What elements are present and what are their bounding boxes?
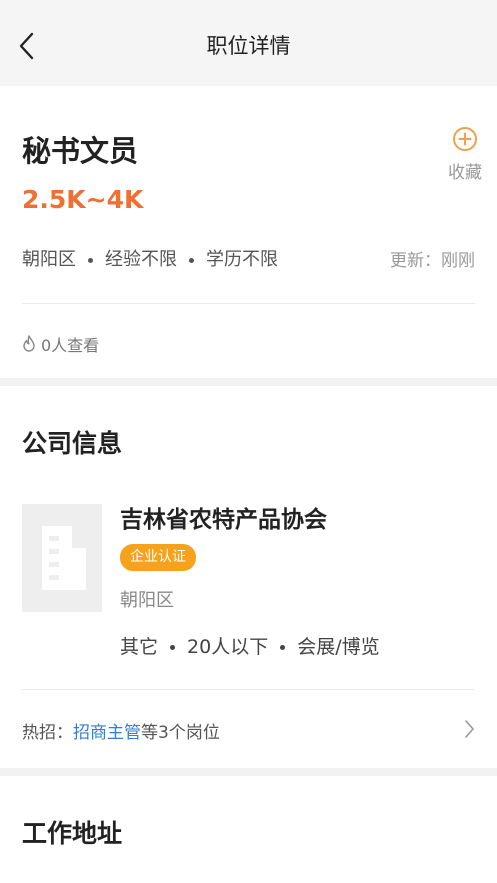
page-title: 职位详情 (206, 34, 291, 58)
company-attributes: 其它 20人以下 会展/博览 (120, 632, 380, 659)
hot-suffix: 等3个岗位 (141, 723, 220, 743)
company-section-title: 公司信息 (22, 429, 123, 458)
company-district: 朝阳区 (120, 590, 174, 611)
view-count: 0人查看 (22, 332, 99, 356)
hot-position-link[interactable]: 招商主管 (73, 723, 141, 743)
company-category: 会展/博览 (297, 636, 380, 658)
favorite-button[interactable]: 收藏 (443, 126, 487, 183)
building-icon (42, 526, 86, 590)
hot-positions-row[interactable]: 热招：招商主管等3个岗位 (22, 718, 475, 743)
update-time: 更新：刚刚 (390, 251, 475, 271)
company-info-card: 公司信息 吉林省农特产品协会 企业认证 朝阳区 其它 20人以下 会展/博览 热招：… (0, 386, 497, 768)
separator-dot (88, 257, 93, 263)
top-navigation-bar: 职位详情 (0, 0, 497, 86)
divider (22, 689, 475, 690)
divider (22, 303, 475, 304)
separator-dot (170, 645, 176, 650)
job-education: 学历不限 (206, 249, 278, 270)
address-section-title: 工作地址 (22, 819, 123, 848)
company-logo[interactable] (22, 504, 102, 612)
certification-badge: 企业认证 (120, 544, 196, 571)
job-experience: 经验不限 (105, 249, 177, 270)
favorite-label: 收藏 (448, 163, 482, 183)
separator-dot (189, 257, 194, 263)
separator-dot (280, 645, 286, 650)
company-industry: 其它 (120, 636, 159, 658)
view-count-text: 0人查看 (41, 336, 100, 355)
chevron-right-icon (465, 720, 474, 738)
hot-prefix: 热招： (22, 723, 73, 743)
work-address-card: 工作地址 (0, 776, 497, 883)
job-salary: 2.5K~4K (22, 185, 144, 214)
job-requirements: 朝阳区 经验不限 学历不限 (22, 245, 278, 271)
job-district: 朝阳区 (22, 249, 76, 270)
flame-icon (23, 335, 35, 352)
company-size: 20人以下 (187, 636, 269, 658)
job-title: 秘书文员 (22, 134, 139, 168)
plus-circle-icon (453, 127, 477, 151)
company-name[interactable]: 吉林省农特产品协会 (120, 500, 327, 534)
job-summary-card: 秘书文员 2.5K~4K 收藏 朝阳区 经验不限 学历不限 更新：刚刚 0人查看 (0, 86, 497, 378)
